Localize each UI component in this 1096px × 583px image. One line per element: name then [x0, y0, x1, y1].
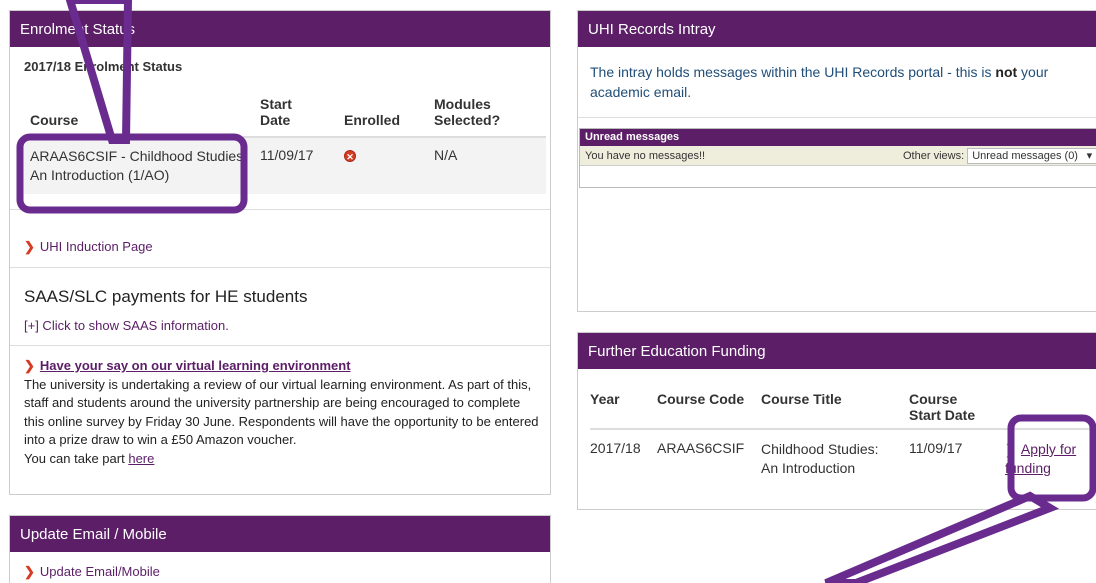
- chevron-right-icon: ❯: [24, 564, 35, 579]
- enrolled-cell: ✕: [338, 137, 428, 194]
- caret-down-icon: ▾: [1086, 150, 1093, 163]
- col-course: Course: [30, 112, 79, 128]
- col-action: [1003, 381, 1096, 429]
- enrolment-status-header: Enrolment Status: [10, 11, 550, 47]
- col-course-start: Course Start Date: [909, 391, 976, 423]
- survey-cta: You can take part here: [24, 450, 544, 469]
- modules-cell: N/A: [434, 147, 458, 163]
- survey-title-link[interactable]: Have your say on our virtual learning en…: [40, 358, 351, 373]
- start-date-cell: 11/09/17: [260, 147, 314, 163]
- unread-messages-header: Unread messages: [580, 129, 1096, 146]
- col-enrolled: Enrolled: [344, 112, 401, 128]
- x-circle-icon: ✕: [344, 150, 356, 162]
- col-course-title: Course Title: [761, 391, 842, 407]
- other-views-value: Unread messages (0): [972, 150, 1078, 163]
- saas-toggle-link[interactable]: [+] Click to show SAAS information.: [24, 318, 229, 333]
- table-row: 2017/18 ARAAS6CSIF Childhood Studies: An…: [590, 429, 1096, 488]
- intray-panel: UHI Records Intray The intray holds mess…: [577, 10, 1096, 312]
- update-email-header: Update Email / Mobile: [10, 516, 550, 552]
- year-cell: 2017/18: [590, 440, 641, 456]
- intray-info: The intray holds messages within the UHI…: [578, 47, 1088, 117]
- funding-table: Year Course Code Course Title Course Star…: [590, 381, 1096, 488]
- funding-panel: Further Education Funding Year Course Co…: [577, 332, 1096, 510]
- funding-header: Further Education Funding: [578, 333, 1096, 369]
- intray-header: UHI Records Intray: [578, 11, 1096, 47]
- unread-messages-bar: You have no messages!! Other views: Unre…: [580, 146, 1096, 166]
- update-email-link[interactable]: Update Email/Mobile: [40, 564, 160, 579]
- no-messages-text: You have no messages!!: [585, 150, 706, 162]
- other-views-label: Other views:: [903, 150, 965, 162]
- intray-info-bold: not: [995, 64, 1018, 80]
- unread-messages-box: Unread messages You have no messages!! O…: [579, 128, 1096, 188]
- chevron-right-icon: ❯: [24, 239, 35, 254]
- start-cell: 11/09/17: [909, 440, 963, 456]
- chevron-right-icon: ❯: [24, 358, 35, 373]
- other-views-select[interactable]: Unread messages (0) ▾: [967, 148, 1096, 165]
- survey-here-link[interactable]: here: [128, 451, 154, 466]
- induction-link[interactable]: UHI Induction Page: [40, 239, 153, 254]
- intray-info-pre: The intray holds messages within the UHI…: [590, 64, 992, 80]
- survey-text: The university is undertaking a review o…: [24, 376, 539, 448]
- funding-table-header-row: Year Course Code Course Title Course Star…: [590, 381, 1096, 429]
- enrolment-table-header-row: Course Start Date Enrolled Modules Selecte…: [24, 95, 546, 137]
- code-cell: ARAAS6CSIF: [657, 440, 745, 456]
- action-cell: ❯ Apply for funding: [1003, 429, 1096, 488]
- col-start-date: Start Date: [260, 96, 292, 128]
- induction-link-row[interactable]: ❯ UHI Induction Page: [24, 239, 153, 255]
- enrolment-status-panel: Enrolment Status 2017/18 Enrolment Statu…: [9, 10, 551, 495]
- survey-title-row[interactable]: ❯ Have your say on our virtual learning e…: [24, 357, 544, 376]
- col-modules: Modules Selected?: [434, 96, 501, 128]
- survey-cta-text: You can take part: [24, 450, 125, 466]
- title-cell: Childhood Studies: An Introduction: [761, 441, 879, 476]
- update-email-panel: Update Email / Mobile ❯ Update Email/Mobi…: [9, 515, 551, 583]
- update-email-link-row[interactable]: ❯ Update Email/Mobile: [10, 552, 550, 583]
- col-year: Year: [590, 391, 620, 407]
- enrolment-subtitle: 2017/18 Enrolment Status: [24, 59, 183, 74]
- saas-heading: SAAS/SLC payments for HE students: [24, 287, 308, 306]
- table-row: ARAAS6CSIF - Childhood Studies: An Intro…: [24, 137, 546, 194]
- enrolment-table: Course Start Date Enrolled Modules Selecte…: [24, 95, 546, 194]
- col-course-code: Course Code: [657, 391, 745, 407]
- chevron-right-icon: ❯: [1005, 442, 1016, 457]
- course-cell: ARAAS6CSIF - Childhood Studies: An Intro…: [30, 148, 248, 183]
